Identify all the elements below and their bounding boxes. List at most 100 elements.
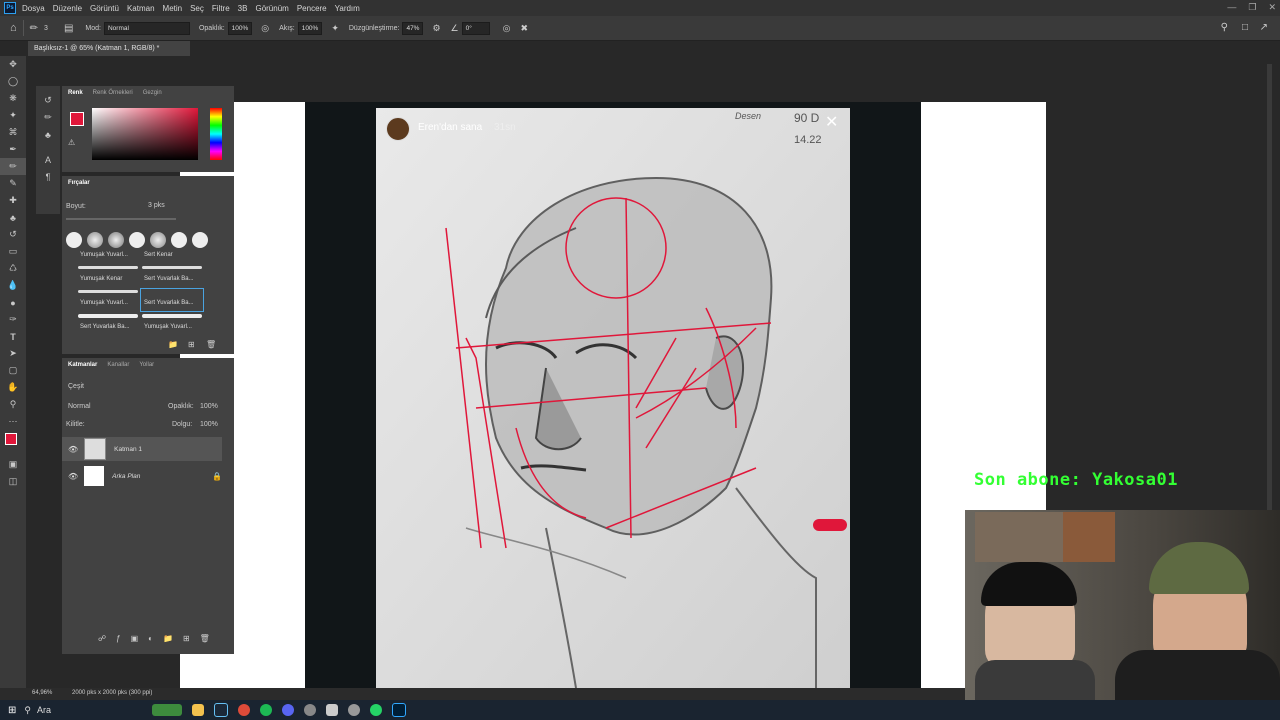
color-picker-field[interactable] xyxy=(92,108,198,160)
shape-tool-icon[interactable]: ▢ xyxy=(0,362,26,379)
new-group-icon[interactable]: 📁 xyxy=(163,634,173,643)
menu-select[interactable]: Seç xyxy=(190,4,204,13)
windows-start-icon[interactable]: ⊞ xyxy=(8,705,16,716)
airbrush-icon[interactable]: ✦ xyxy=(331,23,339,34)
dodge-tool-icon[interactable]: ● xyxy=(0,294,26,311)
blend-mode-select[interactable]: Normal xyxy=(68,403,91,410)
link-layers-icon[interactable]: ☍ xyxy=(98,634,106,643)
crop-tool-icon[interactable]: ⌘ xyxy=(0,124,26,141)
healing-tool-icon[interactable]: ✚ xyxy=(0,192,26,209)
symmetry-icon[interactable]: ✖ xyxy=(520,23,528,34)
pen-tool-icon[interactable]: ✑ xyxy=(0,311,26,328)
menu-help[interactable]: Yardım xyxy=(335,4,360,13)
fill-field[interactable]: 100% xyxy=(200,421,218,428)
taskbar-search[interactable]: Ara xyxy=(37,705,147,715)
sender-avatar[interactable] xyxy=(386,117,410,141)
brush-preset[interactable] xyxy=(171,232,187,248)
add-mask-icon[interactable]: ▣ xyxy=(131,634,139,643)
new-layer-icon[interactable]: ⊞ xyxy=(183,634,190,643)
menu-filter[interactable]: Filtre xyxy=(212,4,230,13)
new-brush-icon[interactable]: ⊞ xyxy=(188,340,195,349)
close-icon[interactable]: ✕ xyxy=(1268,2,1276,13)
marquee-tool-icon[interactable]: ◯ xyxy=(0,73,26,90)
menu-type[interactable]: Metin xyxy=(163,4,183,13)
zoom-level[interactable]: 64,96% xyxy=(32,690,52,696)
brush-size-slider[interactable] xyxy=(66,218,176,220)
zoom-tool-icon[interactable]: ⚲ xyxy=(0,396,26,413)
document-tab[interactable]: Başlıksız-1 @ 65% (Katman 1, RGB/8) * xyxy=(28,41,190,56)
layer-style-icon[interactable]: ƒ xyxy=(116,634,120,643)
search-icon[interactable]: ⚲ xyxy=(24,705,31,716)
brush-tool-icon[interactable]: ✏ xyxy=(0,158,26,175)
brush-settings-icon[interactable]: ✏ xyxy=(36,109,60,126)
menu-layer[interactable]: Katman xyxy=(127,4,155,13)
new-group-icon[interactable]: 📁 xyxy=(168,340,178,349)
brush-preset[interactable] xyxy=(87,232,103,248)
restore-icon[interactable]: ❐ xyxy=(1248,2,1256,13)
brush-preset[interactable] xyxy=(66,232,82,248)
layer-opacity-field[interactable]: 100% xyxy=(200,403,218,410)
layer-name[interactable]: Arka Plan xyxy=(112,473,140,480)
brush-item[interactable]: Sert Kenar xyxy=(144,252,173,258)
tab-paths[interactable]: Yollar xyxy=(139,362,154,368)
chrome-icon[interactable] xyxy=(237,704,250,716)
settings-gear-icon[interactable]: ⚙ xyxy=(432,23,440,34)
brush-item[interactable]: Yumuşak Yuvarl... xyxy=(144,324,192,330)
hue-slider[interactable] xyxy=(210,108,222,160)
move-tool-icon[interactable]: ✥ xyxy=(0,56,26,73)
whatsapp-icon[interactable] xyxy=(369,704,382,716)
smoothing-field[interactable]: 47% xyxy=(402,21,424,35)
file-explorer-icon[interactable] xyxy=(191,704,204,716)
minimize-icon[interactable]: — xyxy=(1227,2,1236,13)
foreground-color[interactable] xyxy=(5,433,17,445)
layer-row[interactable]: 👁 Katman 1 xyxy=(62,437,222,461)
tab-navigator[interactable]: Gezgin xyxy=(143,90,162,96)
workspace-icon[interactable]: □ xyxy=(1242,22,1248,33)
opacity-field[interactable]: 100% xyxy=(227,21,253,35)
more-tools-icon[interactable]: ⋯ xyxy=(0,413,26,430)
delete-brush-icon[interactable]: 🗑 xyxy=(206,340,216,349)
paint-bucket-tool-icon[interactable]: ♺ xyxy=(0,260,26,277)
layer-filter-select[interactable]: Çeşit xyxy=(68,383,84,390)
pencil-tool-icon[interactable]: ✎ xyxy=(0,175,26,192)
color-swatches[interactable] xyxy=(0,430,26,456)
quick-select-tool-icon[interactable]: ✦ xyxy=(0,107,26,124)
visibility-eye-icon[interactable]: 👁 xyxy=(68,445,78,454)
adjustment-layer-icon[interactable]: ◐ xyxy=(148,634,153,643)
discord-icon[interactable] xyxy=(281,704,294,716)
brush-size-value[interactable]: 3 xyxy=(44,25,48,32)
pressure-size-icon[interactable]: ◎ xyxy=(503,23,511,34)
tab-layers[interactable]: Katmanlar xyxy=(68,362,97,368)
hand-tool-icon[interactable]: ✋ xyxy=(0,379,26,396)
delete-layer-icon[interactable]: 🗑 xyxy=(200,634,210,643)
spotify-icon[interactable] xyxy=(259,704,272,716)
steam-icon[interactable] xyxy=(213,703,228,717)
character-panel-icon[interactable]: A xyxy=(36,151,60,168)
tab-channels[interactable]: Kanallar xyxy=(107,362,129,368)
brush-item[interactable]: Yumuşak Yuvarl... xyxy=(80,252,128,258)
history-brush-tool-icon[interactable]: ↺ xyxy=(0,226,26,243)
search-icon[interactable]: ⚲ xyxy=(1221,22,1228,33)
eraser-tool-icon[interactable]: ▭ xyxy=(0,243,26,260)
menu-view[interactable]: Görünüm xyxy=(255,4,288,13)
paragraph-panel-icon[interactable]: ¶ xyxy=(36,168,60,185)
menu-window[interactable]: Pencere xyxy=(297,4,327,13)
type-tool-icon[interactable]: T xyxy=(0,328,26,345)
tab-color[interactable]: Renk xyxy=(68,90,83,96)
photoshop-taskbar-icon[interactable] xyxy=(391,703,406,717)
brush-preset[interactable] xyxy=(108,232,124,248)
clone-source-icon[interactable]: ♣ xyxy=(36,126,60,143)
obs-icon[interactable] xyxy=(303,704,316,716)
layer-name[interactable]: Katman 1 xyxy=(114,446,142,453)
brush-panel-toggle-icon[interactable]: ▤ xyxy=(64,23,73,34)
clone-stamp-tool-icon[interactable]: ♣ xyxy=(0,209,26,226)
close-story-icon[interactable]: ✕ xyxy=(825,112,838,132)
brush-item-selected[interactable]: Sert Yuvarlak Ba... xyxy=(144,300,194,306)
brush-item[interactable]: Yumuşak Kenar xyxy=(80,276,122,282)
tab-swatches[interactable]: Renk Örnekleri xyxy=(93,90,133,96)
brush-item[interactable]: Sert Yuvarlak Ba... xyxy=(80,324,130,330)
visibility-eye-icon[interactable]: 👁 xyxy=(68,472,78,481)
brush-tool-icon[interactable]: ✏ xyxy=(30,23,38,34)
menu-3d[interactable]: 3B xyxy=(238,4,248,13)
blur-tool-icon[interactable]: 💧 xyxy=(0,277,26,294)
